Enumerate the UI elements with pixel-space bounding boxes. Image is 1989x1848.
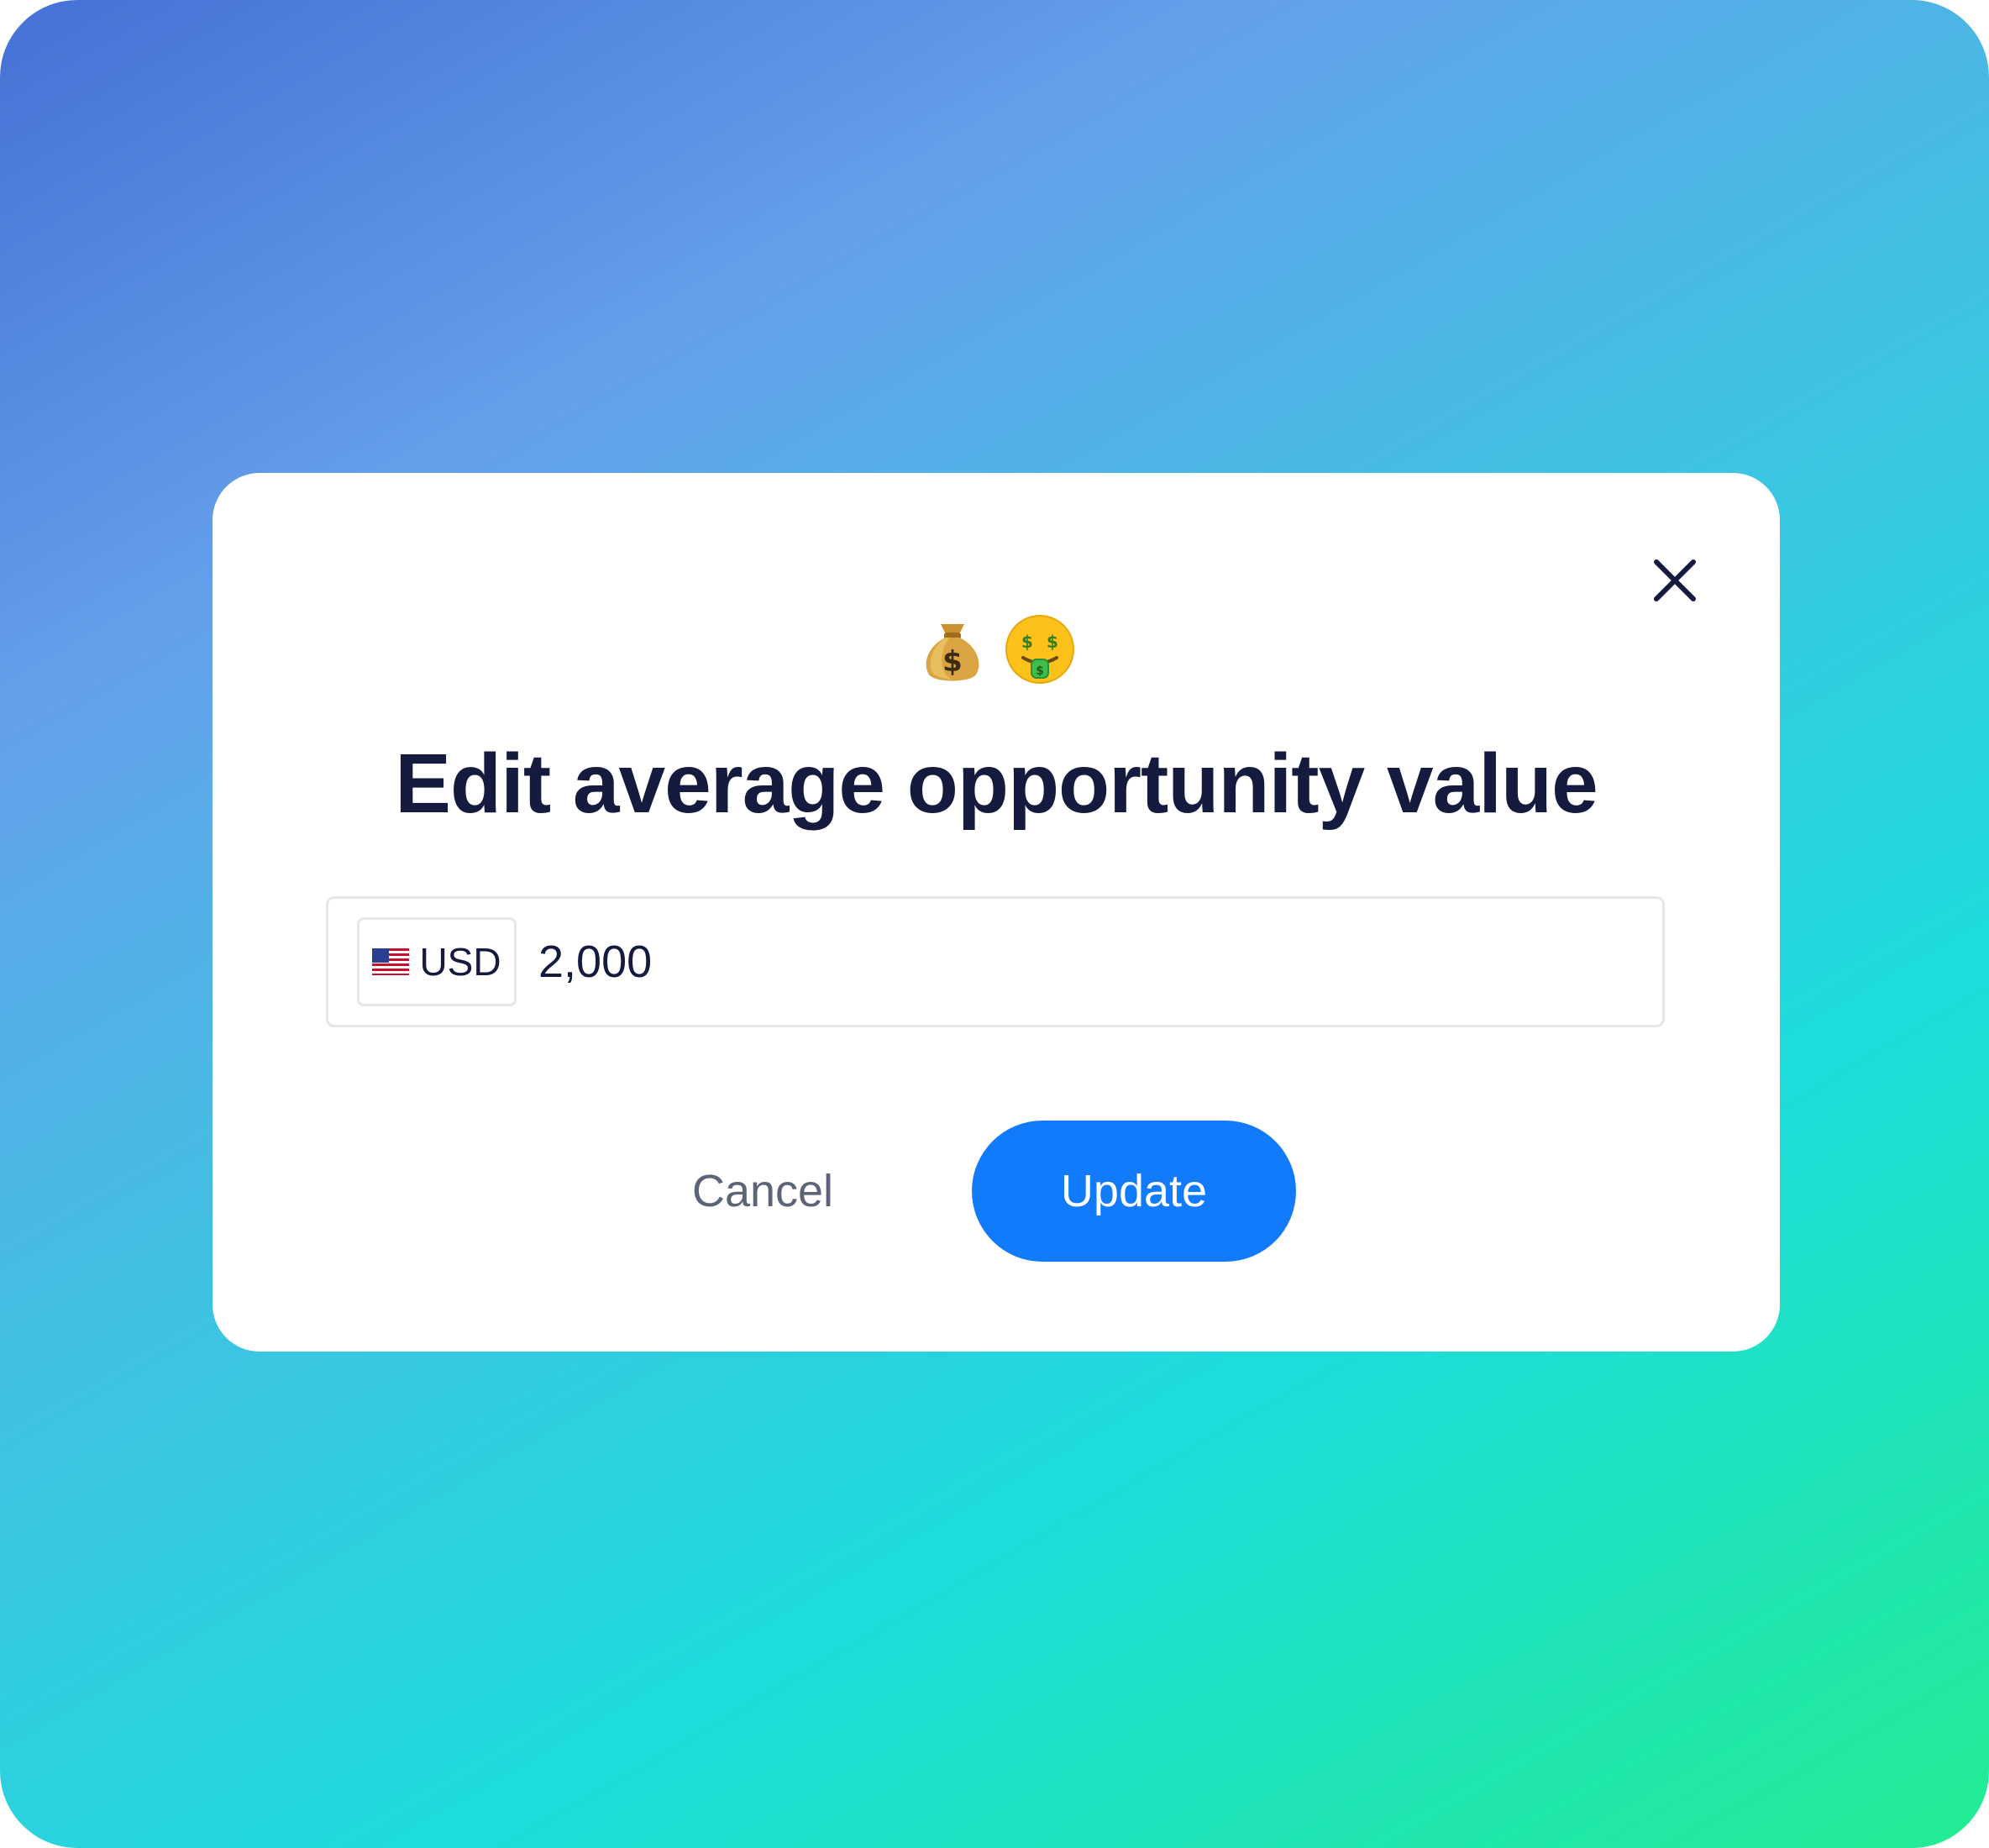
svg-text:$: $ (1036, 664, 1044, 678)
edit-value-modal: $ $ $ $ Edit average opportunity value U… (213, 473, 1780, 1352)
money-bag-icon: $ (916, 612, 989, 686)
currency-selector[interactable]: USD (357, 917, 517, 1006)
close-icon (1654, 559, 1696, 601)
svg-text:$: $ (942, 645, 963, 679)
emoji-row: $ $ $ $ (213, 607, 1780, 691)
currency-code: USD (419, 940, 501, 984)
modal-title: Edit average opportunity value (395, 737, 1598, 831)
update-button[interactable]: Update (972, 1121, 1296, 1262)
svg-text:$: $ (1021, 632, 1033, 652)
us-flag-icon (372, 948, 410, 975)
svg-text:$: $ (1047, 632, 1058, 652)
money-mouth-face-icon: $ $ $ (1003, 612, 1077, 686)
cancel-button[interactable]: Cancel (666, 1149, 859, 1233)
value-input-group: USD (326, 896, 1665, 1027)
close-button[interactable] (1645, 550, 1705, 611)
amount-input[interactable] (538, 917, 1630, 1006)
gradient-background: $ $ $ $ Edit average opportunity value U… (0, 0, 1989, 1848)
